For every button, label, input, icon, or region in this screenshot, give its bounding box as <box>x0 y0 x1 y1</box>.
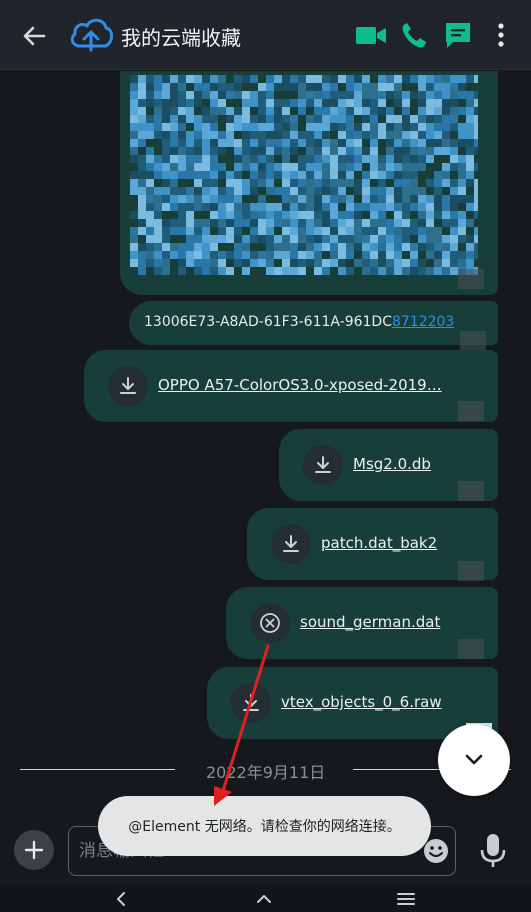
chevron-down-icon <box>465 754 483 765</box>
message-link[interactable]: 8712203 <box>392 314 454 330</box>
download-icon[interactable] <box>231 683 271 723</box>
microphone-icon[interactable] <box>478 832 508 870</box>
file-name[interactable]: vtex_objects_0_6.raw <box>281 693 442 711</box>
system-navigation-bar <box>0 886 531 912</box>
read-receipt <box>458 481 484 501</box>
download-icon[interactable] <box>303 445 343 485</box>
read-receipt <box>458 639 484 659</box>
message-text: 13006E73-A8AD-61F3-611A-961DC <box>144 314 392 330</box>
image-message[interactable] <box>120 71 498 295</box>
download-icon[interactable] <box>271 524 311 564</box>
room-title[interactable]: 我的云端收藏 <box>121 22 241 51</box>
room-header: 我的云端收藏 <box>0 0 531 70</box>
file-message[interactable]: vtex_objects_0_6.raw <box>207 667 498 739</box>
text-message[interactable]: 13006E73-A8AD-61F3-611A-961DC8712203 <box>129 301 498 345</box>
file-name[interactable]: Msg2.0.db <box>353 455 431 473</box>
separator-line <box>20 769 175 770</box>
emoji-icon[interactable] <box>423 838 449 864</box>
file-message[interactable]: OPPO A57-ColorOS3.0-xposed-2019… <box>84 350 498 422</box>
message-body: 13006E73-A8AD-61F3-611A-961DC8712203 <box>144 314 454 330</box>
plus-icon <box>24 840 44 860</box>
nav-home-icon[interactable] <box>254 889 274 909</box>
file-name[interactable]: patch.dat_bak2 <box>321 534 437 552</box>
file-name[interactable]: sound_german.dat <box>300 613 440 631</box>
add-attachment-button[interactable] <box>14 830 54 870</box>
toast-message: @Element 无网络。请检查你的网络连接。 <box>128 819 401 835</box>
phone-icon[interactable] <box>400 20 428 50</box>
download-icon[interactable] <box>108 366 148 406</box>
file-name[interactable]: OPPO A57-ColorOS3.0-xposed-2019… <box>158 376 442 394</box>
nav-menu-icon[interactable] <box>396 889 416 909</box>
jump-to-bottom-button[interactable] <box>438 724 510 796</box>
pixelated-image <box>130 75 478 275</box>
message-timeline[interactable]: 13006E73-A8AD-61F3-611A-961DC8712203 OPP… <box>0 71 531 816</box>
read-receipt <box>458 401 484 421</box>
date-label: 2022年9月11日 <box>206 763 326 782</box>
more-vertical-icon[interactable] <box>492 20 510 50</box>
cancel-download-icon[interactable] <box>250 603 290 643</box>
cloud-upload-icon[interactable] <box>68 14 114 54</box>
read-receipt <box>460 331 486 351</box>
video-camera-icon[interactable] <box>355 20 387 50</box>
threads-chat-icon[interactable] <box>443 20 473 50</box>
read-receipt <box>458 269 484 289</box>
back-arrow-icon[interactable] <box>20 22 48 50</box>
nav-back-icon[interactable] <box>112 889 132 909</box>
network-error-toast: @Element 无网络。请检查你的网络连接。 <box>98 796 431 856</box>
read-receipt <box>458 561 484 581</box>
